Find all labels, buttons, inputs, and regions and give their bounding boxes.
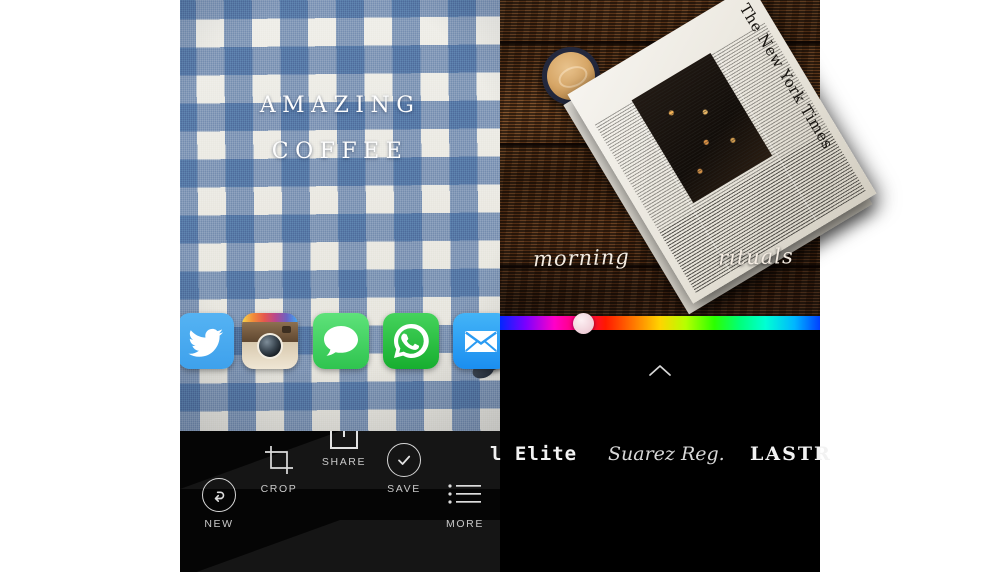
share-app-messages[interactable]: [313, 313, 369, 369]
toolbar-label-new: NEW: [204, 518, 234, 530]
instagram-rainbow-stripe: [242, 313, 298, 322]
list-bullets-icon: [448, 484, 481, 504]
editor-toolbar: NEW CROP SHARE SAVE MORE: [180, 431, 500, 572]
instagram-viewfinder-icon: [282, 326, 291, 333]
font-option-lastr[interactable]: LASTR: [750, 433, 832, 475]
share-app-instagram[interactable]: [242, 313, 298, 369]
overlay-text-morning[interactable]: morning: [533, 245, 630, 272]
share-upload-icon: [330, 431, 358, 449]
instagram-camera-lens-icon: [257, 333, 283, 359]
share-app-whatsapp[interactable]: [383, 313, 439, 369]
font-option-special-elite[interactable]: l Elite: [490, 433, 577, 475]
left-photo-canvas[interactable]: AMAZING COFFEE: [180, 0, 500, 431]
toolbar-label-crop: CROP: [260, 483, 298, 495]
font-picker-carousel[interactable]: l Elite Suarez Reg. LASTR: [490, 433, 830, 475]
envelope-icon: [465, 331, 497, 352]
share-app-twitter[interactable]: [180, 313, 234, 369]
toolbar-button-crop[interactable]: CROP: [244, 440, 314, 495]
toolbar-button-more[interactable]: MORE: [430, 475, 500, 530]
color-hue-slider-handle[interactable]: [573, 313, 594, 334]
toolbar-label-more: MORE: [446, 518, 484, 530]
undo-arrow-circle-icon: [202, 478, 236, 512]
left-screen-panel: AMAZING COFFEE: [180, 0, 500, 572]
share-app-row: [180, 313, 500, 369]
share-app-mail[interactable]: [453, 313, 500, 369]
toolbar-label-save: SAVE: [387, 483, 421, 495]
message-bubble-icon: [324, 326, 358, 356]
font-option-suarez-reg[interactable]: Suarez Reg.: [608, 433, 725, 475]
twitter-bird-icon: [188, 328, 223, 357]
screenshot-root: AMAZING COFFEE: [0, 0, 1000, 572]
expand-panel-chevron-up-icon[interactable]: [648, 364, 672, 377]
whatsapp-phone-bubble-icon: [394, 323, 429, 358]
color-hue-slider-track[interactable]: [500, 316, 820, 330]
crop-icon: [265, 446, 293, 474]
checkmark-circle-icon: [387, 443, 421, 477]
toolbar-button-save[interactable]: SAVE: [369, 440, 439, 495]
overlay-text-rituals[interactable]: rituals: [718, 244, 794, 270]
